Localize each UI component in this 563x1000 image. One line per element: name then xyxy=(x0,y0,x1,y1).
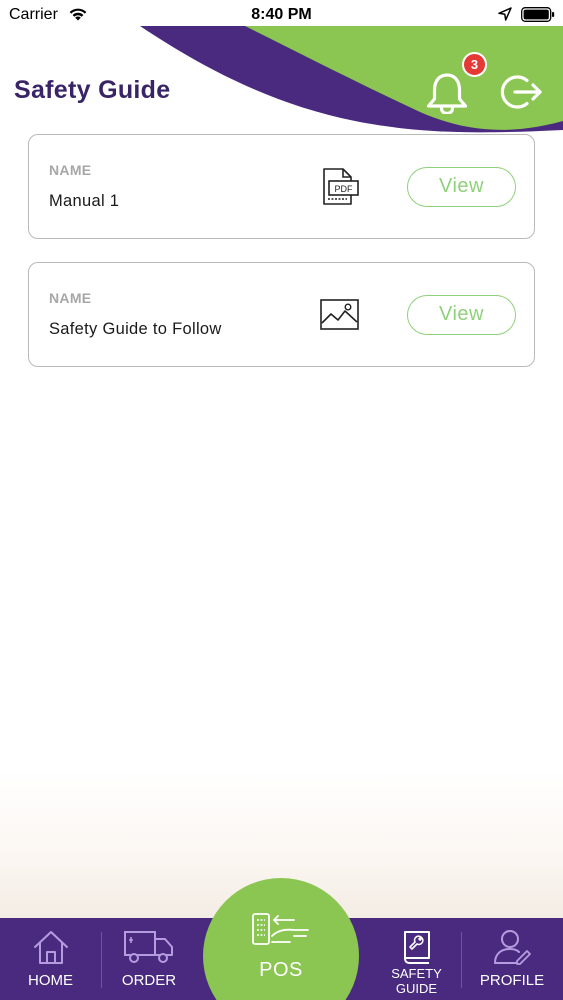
document-card: NAME Safety Guide to Follow View xyxy=(28,262,535,367)
tab-profile-label: PROFILE xyxy=(479,972,545,989)
name-label: NAME xyxy=(49,162,92,178)
home-icon xyxy=(33,931,68,964)
page-title: Safety Guide xyxy=(14,76,171,104)
pos-terminal-icon xyxy=(252,913,309,945)
view-button[interactable]: View xyxy=(407,295,516,335)
book-wrench-icon xyxy=(403,931,430,964)
user-edit-icon xyxy=(494,930,531,965)
notification-badge: 3 xyxy=(462,52,487,77)
logout-icon[interactable] xyxy=(500,72,544,112)
document-card: NAME Manual 1 PDF View xyxy=(28,134,535,239)
document-name: Safety Guide to Follow xyxy=(49,320,222,338)
svg-text:PDF: PDF xyxy=(335,184,354,194)
image-file-icon xyxy=(320,299,359,330)
tab-order[interactable]: ORDER xyxy=(101,918,197,1000)
tab-home[interactable]: HOME xyxy=(0,918,101,1000)
truck-icon xyxy=(124,931,173,963)
clock: 8:40 PM xyxy=(251,6,312,23)
tab-home-label: HOME xyxy=(28,972,73,989)
pos-label: POS xyxy=(259,959,303,981)
view-button[interactable]: View xyxy=(407,167,516,207)
battery-icon xyxy=(521,7,555,22)
name-label: NAME xyxy=(49,290,92,306)
location-arrow-icon xyxy=(498,7,512,21)
document-name: Manual 1 xyxy=(49,192,120,210)
tab-profile[interactable]: PROFILE xyxy=(461,918,563,1000)
tab-order-label: ORDER xyxy=(121,972,177,989)
tab-safety-guide[interactable]: SAFETY GUIDE xyxy=(372,918,461,1000)
tab-safety-label-line2: GUIDE xyxy=(395,981,438,996)
tab-safety-label-line1: SAFETY xyxy=(391,966,442,981)
pdf-file-icon: PDF xyxy=(323,168,359,205)
bell-icon[interactable] xyxy=(424,70,470,114)
